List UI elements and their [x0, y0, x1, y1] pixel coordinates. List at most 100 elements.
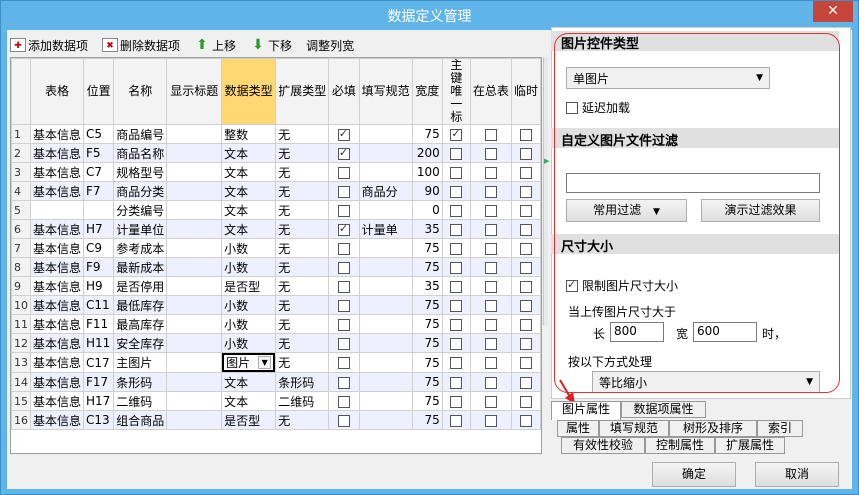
- move-down-button[interactable]: ⬇ 下移: [250, 37, 292, 54]
- cell-required[interactable]: [328, 143, 360, 163]
- cell-width[interactable]: 100: [411, 162, 443, 182]
- cell-primary-key[interactable]: [441, 276, 471, 296]
- cell-table[interactable]: 基本信息: [29, 143, 85, 163]
- cell-fill-rule[interactable]: [358, 124, 413, 144]
- cell-ext-type[interactable]: 无: [275, 162, 330, 182]
- cell-fill-rule[interactable]: [358, 295, 413, 315]
- cell-primary-key[interactable]: [441, 181, 471, 201]
- cell-display-title[interactable]: [166, 314, 223, 334]
- cell-data-type[interactable]: 是否型: [221, 410, 277, 430]
- cell-name[interactable]: 二维码: [113, 391, 168, 411]
- cell-fill-rule[interactable]: 商品分: [358, 181, 413, 201]
- cell-fill-rule[interactable]: [358, 410, 413, 430]
- cell-display-title[interactable]: [166, 295, 223, 315]
- tab-image-props[interactable]: 图片属性: [551, 401, 621, 420]
- cell-in-total[interactable]: [469, 200, 512, 220]
- table-row[interactable]: 15 基本信息 H17 二维码 文本 二维码 75: [11, 391, 541, 411]
- cell-data-type[interactable]: 文本: [221, 200, 277, 220]
- col-header-position[interactable]: 位置: [83, 58, 115, 125]
- cell-data-type[interactable]: 小数: [221, 257, 277, 277]
- cell-table[interactable]: 基本信息: [29, 352, 85, 373]
- cell-name[interactable]: 安全库存: [113, 333, 168, 353]
- cell-in-total[interactable]: [469, 162, 512, 182]
- cell-width[interactable]: 75: [411, 391, 443, 411]
- cell-in-total[interactable]: [469, 372, 512, 392]
- table-row[interactable]: 7 基本信息 C9 参考成本 小数无 75: [11, 238, 541, 258]
- cell-temp[interactable]: [510, 410, 541, 430]
- cell-position[interactable]: F7: [83, 181, 115, 201]
- cell-width[interactable]: 200: [411, 143, 443, 163]
- cell-name[interactable]: 参考成本: [113, 238, 168, 258]
- row-number[interactable]: 1: [11, 124, 31, 144]
- cell-temp[interactable]: [510, 276, 541, 296]
- cell-primary-key[interactable]: [441, 143, 471, 163]
- cell-data-type[interactable]: 图片 ▼: [221, 352, 277, 373]
- cell-ext-type[interactable]: 无: [275, 410, 330, 430]
- cell-display-title[interactable]: [166, 257, 223, 277]
- cell-table[interactable]: 基本信息: [29, 372, 85, 392]
- table-row[interactable]: 2基本信息F5商品名称 文本无 200: [11, 143, 541, 163]
- cell-ext-type[interactable]: 无: [275, 181, 330, 201]
- row-number[interactable]: 16: [11, 410, 31, 430]
- cell-position[interactable]: F9: [83, 257, 115, 277]
- cell-table[interactable]: 基本信息: [29, 410, 85, 430]
- row-number[interactable]: 8: [11, 257, 31, 277]
- cell-table[interactable]: 基本信息: [29, 181, 85, 201]
- cell-name[interactable]: 是否停用: [113, 276, 168, 296]
- cell-data-type[interactable]: 小数: [221, 295, 277, 315]
- cell-fill-rule[interactable]: [358, 276, 413, 296]
- cell-data-type[interactable]: 小数: [221, 333, 277, 353]
- cell-primary-key[interactable]: [441, 314, 471, 334]
- cell-required[interactable]: [328, 181, 360, 201]
- cell-name[interactable]: 计量单位: [113, 219, 168, 239]
- col-header-data-type[interactable]: 数据类型: [221, 58, 277, 125]
- table-row[interactable]: 9 基本信息 H9 是否停用 是否型无 35: [11, 276, 541, 296]
- row-number[interactable]: 4: [11, 181, 31, 201]
- cell-position[interactable]: C7: [83, 162, 115, 182]
- cell-fill-rule[interactable]: [358, 352, 413, 373]
- cell-required[interactable]: [328, 257, 360, 277]
- row-number[interactable]: 12: [11, 333, 31, 353]
- cell-table[interactable]: 基本信息: [29, 333, 85, 353]
- table-row[interactable]: 11 基本信息 F11 最高库存 小数无 75: [11, 314, 541, 334]
- cell-name[interactable]: 商品编号: [113, 124, 168, 144]
- cell-display-title[interactable]: [166, 372, 223, 392]
- col-header-name[interactable]: 名称: [113, 58, 168, 125]
- cell-required[interactable]: [328, 124, 360, 144]
- row-number[interactable]: 13: [11, 352, 31, 373]
- cell-table[interactable]: 基本信息: [29, 162, 85, 182]
- cell-ext-type[interactable]: 无: [275, 276, 330, 296]
- cell-primary-key[interactable]: [441, 200, 471, 220]
- cell-display-title[interactable]: [166, 162, 223, 182]
- cell-temp[interactable]: [510, 372, 541, 392]
- cell-data-type[interactable]: 整数: [221, 124, 277, 144]
- cell-display-title[interactable]: [166, 238, 223, 258]
- cell-ext-type[interactable]: 条形码: [275, 372, 330, 392]
- table-row[interactable]: 4 基本信息 F7 商品分类 文本无 商品分 90: [11, 181, 541, 201]
- col-header-primary-key[interactable]: 主键 唯一标: [441, 58, 471, 125]
- table-row[interactable]: 5 分类编号 文本无 0: [11, 200, 541, 220]
- cell-display-title[interactable]: [166, 181, 223, 201]
- cell-in-total[interactable]: [469, 257, 512, 277]
- cell-fill-rule[interactable]: [358, 200, 413, 220]
- ok-button[interactable]: 确定: [652, 462, 736, 487]
- cell-data-type[interactable]: 小数: [221, 238, 277, 258]
- cell-ext-type[interactable]: 无: [275, 124, 330, 144]
- cell-name[interactable]: 最低库存: [113, 295, 168, 315]
- tab-fill-rules[interactable]: 填写规范: [599, 420, 669, 437]
- cell-position[interactable]: H17: [83, 391, 115, 411]
- delete-item-button[interactable]: ✖ 删除数据项: [102, 37, 180, 54]
- cell-width[interactable]: 75: [411, 238, 443, 258]
- cell-temp[interactable]: [510, 200, 541, 220]
- cell-in-total[interactable]: [469, 219, 512, 239]
- cell-temp[interactable]: [510, 391, 541, 411]
- row-number[interactable]: 15: [11, 391, 31, 411]
- cell-ext-type[interactable]: 无: [275, 314, 330, 334]
- col-header-width[interactable]: 宽度: [411, 58, 443, 125]
- cell-fill-rule[interactable]: [358, 143, 413, 163]
- row-number[interactable]: 3: [11, 162, 31, 182]
- table-row[interactable]: 1基本信息C5商品编号 整数无 75: [11, 124, 541, 144]
- cell-position[interactable]: C13: [83, 410, 115, 430]
- cell-fill-rule[interactable]: [358, 314, 413, 334]
- cell-position[interactable]: F17: [83, 372, 115, 392]
